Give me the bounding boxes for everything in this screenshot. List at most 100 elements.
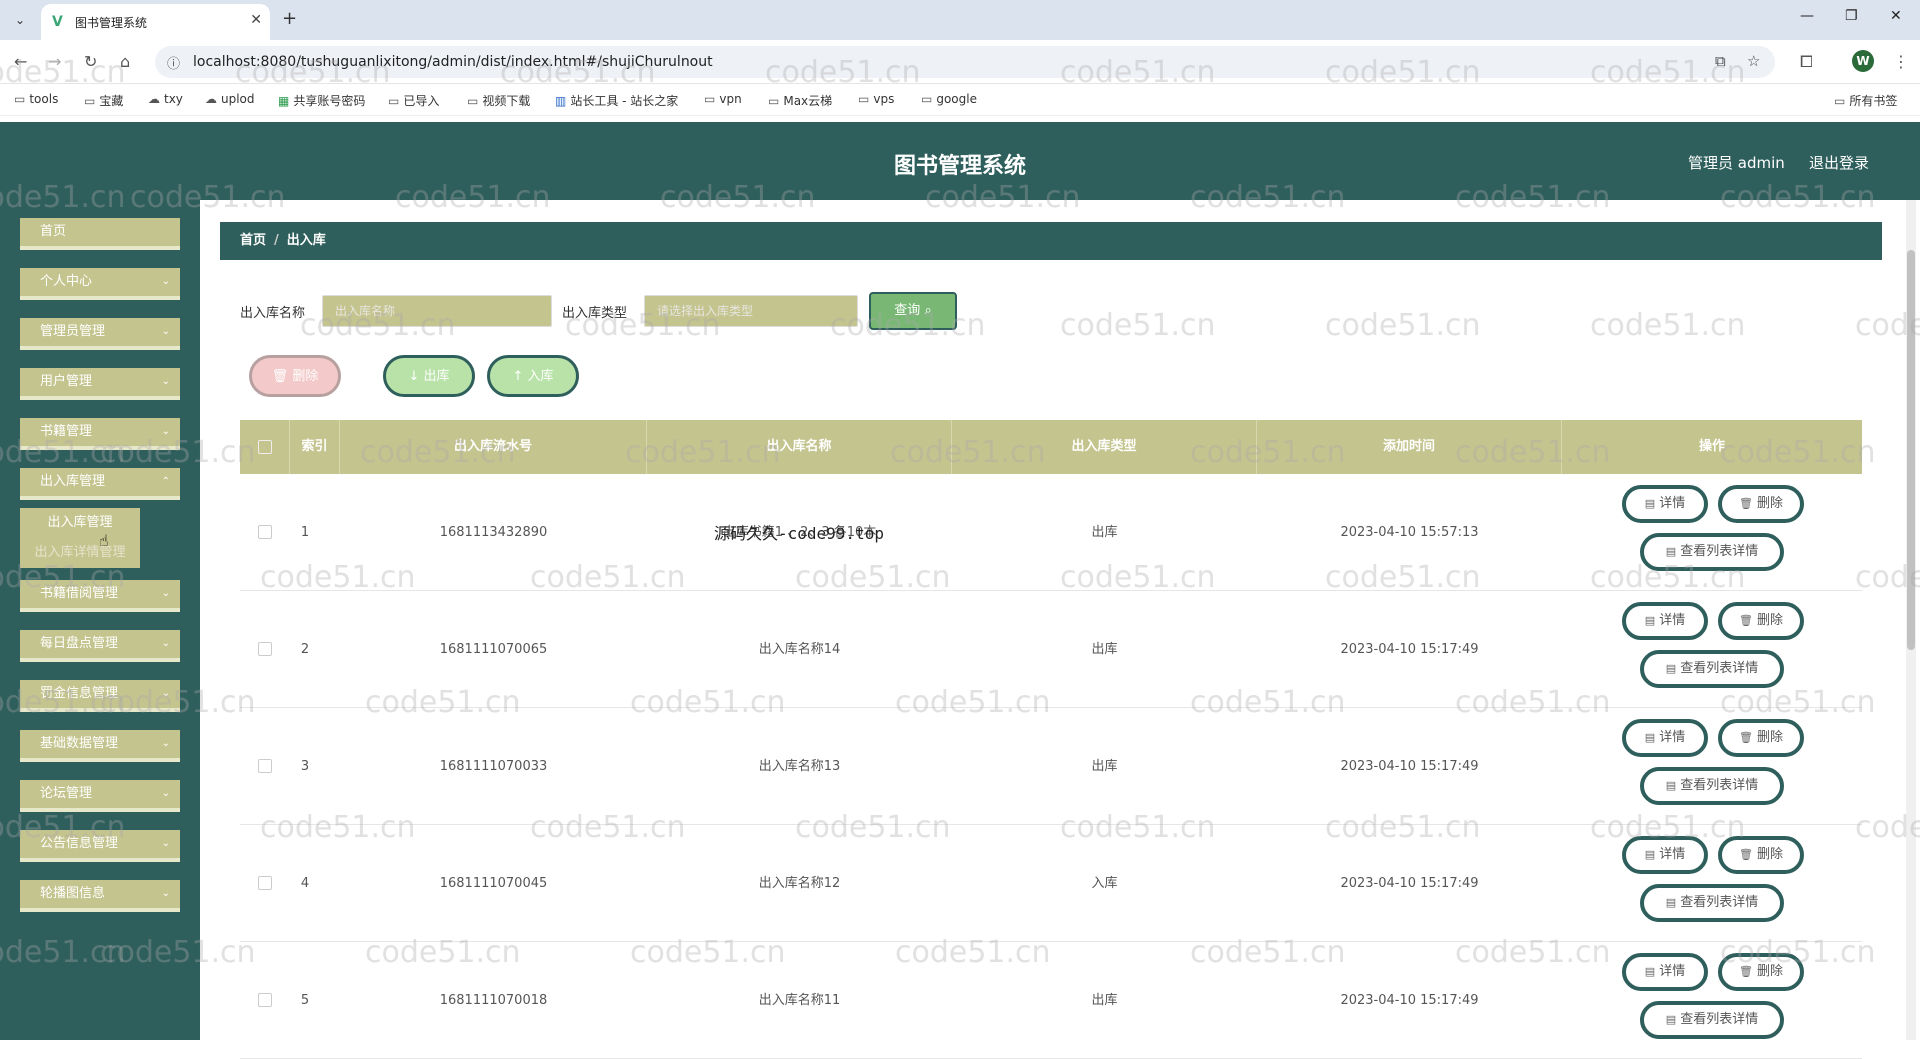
- bookmark-item[interactable]: ▭ tools: [14, 92, 58, 106]
- bookmark-item[interactable]: ▭ 视频下载: [467, 92, 530, 109]
- sidebar-item-basedata[interactable]: 基础数据管理 ⌄: [20, 730, 180, 762]
- detail-button[interactable]: ▤ 详情: [1622, 953, 1708, 991]
- reload-icon[interactable]: ↻: [84, 52, 97, 71]
- bookmark-item[interactable]: ▭ google: [921, 92, 977, 106]
- select-all-checkbox[interactable]: [258, 440, 272, 454]
- row-checkbox[interactable]: [258, 993, 272, 1007]
- url-field[interactable]: ⓘ localhost:8080/tushuguanlixitong/admin…: [155, 46, 1775, 78]
- sidebar-item-personal[interactable]: 个人中心 ⌄: [20, 268, 180, 300]
- sidebar-item-notice[interactable]: 公告信息管理 ⌄: [20, 830, 180, 862]
- row-checkbox[interactable]: [258, 759, 272, 773]
- type-select[interactable]: [644, 295, 858, 327]
- back-icon[interactable]: ←: [14, 52, 27, 71]
- detail-button[interactable]: ▤ 详情: [1622, 602, 1708, 640]
- site-info-icon[interactable]: ⓘ: [167, 53, 180, 72]
- sidebar-item-forum[interactable]: 论坛管理 ⌄: [20, 780, 180, 812]
- bookmark-item[interactable]: ▥ 站长工具 - 站长之家: [555, 92, 678, 109]
- logout-link[interactable]: 退出登录: [1809, 152, 1869, 173]
- document-icon: ▤: [1665, 779, 1677, 792]
- stock-in-button[interactable]: ↑ 入库: [487, 355, 579, 397]
- tab-title: 图书管理系统: [75, 16, 148, 30]
- document-icon: ▤: [1665, 662, 1677, 675]
- row-delete-button[interactable]: 🗑 删除: [1718, 485, 1804, 523]
- browser-tabbar: ⌄ V 图书管理系统 ✕ + — ❐ ✕: [0, 0, 1920, 40]
- screenshot-icon[interactable]: ⧉: [1715, 52, 1726, 70]
- row-delete-button[interactable]: 🗑 删除: [1718, 602, 1804, 640]
- extensions-icon[interactable]: ⧠: [1800, 52, 1813, 72]
- row-delete-button[interactable]: 🗑 删除: [1718, 953, 1804, 991]
- all-bookmarks[interactable]: ▭ 所有书签: [1834, 92, 1897, 109]
- list-detail-button[interactable]: ▤ 查看列表详情: [1640, 1001, 1784, 1039]
- bookmark-item[interactable]: ☁ txy: [148, 92, 183, 106]
- folder-icon: ▭: [388, 94, 400, 108]
- chevron-down-icon: ⌄: [161, 838, 170, 849]
- sidebar-item-books[interactable]: 书籍管理 ⌄: [20, 418, 180, 450]
- chevron-down-icon: ⌄: [161, 688, 170, 699]
- list-detail-button[interactable]: ▤ 查看列表详情: [1640, 650, 1784, 688]
- minimize-icon[interactable]: —: [1800, 8, 1814, 24]
- restore-icon[interactable]: ❐: [1845, 8, 1858, 24]
- vue-favicon-icon: V: [52, 14, 63, 30]
- col-name[interactable]: 出入库名称: [647, 420, 952, 474]
- browser-tab[interactable]: V 图书管理系统 ✕: [41, 4, 270, 40]
- row-delete-button[interactable]: 🗑 删除: [1718, 719, 1804, 757]
- bookmark-item[interactable]: ▭ Max云梯: [768, 92, 832, 109]
- table-header: 索引 出入库流水号 出入库名称 出入库类型 添加时间 操作: [240, 420, 1862, 474]
- list-detail-button[interactable]: ▤ 查看列表详情: [1640, 884, 1784, 922]
- detail-button[interactable]: ▤ 详情: [1622, 836, 1708, 874]
- sidebar-item-users[interactable]: 用户管理 ⌄: [20, 368, 180, 400]
- cell-type: 入库: [1091, 876, 1118, 891]
- sidebar-item-carousel[interactable]: 轮播图信息 ⌄: [20, 880, 180, 912]
- tab-search-menu-icon[interactable]: ⌄: [10, 10, 30, 30]
- sidebar-item-home[interactable]: 首页: [20, 218, 180, 250]
- query-button[interactable]: 查询 ⌕: [869, 292, 957, 330]
- submenu-item-inout-detail[interactable]: 出入库详情管理: [20, 538, 140, 568]
- col-type[interactable]: 出入库类型: [952, 420, 1257, 474]
- document-icon: ▤: [1665, 896, 1677, 909]
- detail-button[interactable]: ▤ 详情: [1622, 719, 1708, 757]
- list-detail-button[interactable]: ▤ 查看列表详情: [1640, 533, 1784, 571]
- detail-button[interactable]: ▤ 详情: [1622, 485, 1708, 523]
- cell-serial: 1681111070033: [439, 759, 548, 774]
- table-row: 4 1681111070045 出入库名称12 入库 2023-04-10 15:17:…: [240, 825, 1862, 942]
- sidebar-item-inventory[interactable]: 每日盘点管理 ⌄: [20, 630, 180, 662]
- sidebar-item-inout[interactable]: 出入库管理 ⌃: [20, 468, 180, 500]
- profile-avatar[interactable]: W: [1852, 50, 1874, 72]
- name-search-input[interactable]: [322, 295, 552, 327]
- scrollbar-thumb[interactable]: [1907, 250, 1915, 650]
- col-serial[interactable]: 出入库流水号: [340, 420, 647, 474]
- row-checkbox[interactable]: [258, 642, 272, 656]
- row-checkbox[interactable]: [258, 876, 272, 890]
- bookmark-item[interactable]: ▭ vpn: [704, 92, 742, 106]
- sheet-icon: ▦: [278, 94, 290, 108]
- bookmark-item[interactable]: ▭ vps: [858, 92, 894, 106]
- bookmark-star-icon[interactable]: ☆: [1747, 52, 1760, 70]
- bookmarks-bar: ▭ tools ▭ 宝藏 ☁ txy ☁ uplod ▦ 共享账号密码 ▭ 已导入 ▭ 视频下…: [0, 84, 1920, 116]
- bookmark-item[interactable]: ▭ 已导入: [388, 92, 439, 109]
- folder-icon: ▭: [1834, 94, 1846, 108]
- forward-icon[interactable]: →: [48, 52, 61, 71]
- breadcrumb-home[interactable]: 首页: [240, 233, 266, 248]
- bookmark-item[interactable]: ☁ uplod: [205, 92, 255, 106]
- bookmark-item[interactable]: ▦ 共享账号密码: [278, 92, 365, 109]
- overlay-text: 源码久久-code99.top: [714, 524, 884, 543]
- cell-type: 出库: [1091, 759, 1118, 774]
- chevron-down-icon: ⌄: [161, 326, 170, 337]
- folder-icon: ▭: [858, 92, 870, 106]
- chevron-down-icon: ⌄: [161, 426, 170, 437]
- sidebar-item-admins[interactable]: 管理员管理 ⌄: [20, 318, 180, 350]
- bookmark-item[interactable]: ▭ 宝藏: [84, 92, 123, 109]
- home-icon[interactable]: ⌂: [120, 52, 130, 71]
- row-delete-button[interactable]: 🗑 删除: [1718, 836, 1804, 874]
- sidebar-item-fines[interactable]: 罚金信息管理 ⌄: [20, 680, 180, 712]
- list-detail-button[interactable]: ▤ 查看列表详情: [1640, 767, 1784, 805]
- new-tab-icon[interactable]: +: [282, 8, 297, 29]
- window-close-icon[interactable]: ✕: [1890, 8, 1902, 24]
- browser-menu-icon[interactable]: ⋮: [1893, 52, 1909, 71]
- tab-close-icon[interactable]: ✕: [250, 12, 262, 28]
- submenu-item-inout-manage[interactable]: 出入库管理: [20, 508, 140, 538]
- sidebar-item-borrow[interactable]: 书籍借阅管理 ⌄: [20, 580, 180, 612]
- stock-out-button[interactable]: ↓ 出库: [383, 355, 475, 397]
- batch-delete-button[interactable]: 🗑 删除: [249, 355, 341, 397]
- row-checkbox[interactable]: [258, 525, 272, 539]
